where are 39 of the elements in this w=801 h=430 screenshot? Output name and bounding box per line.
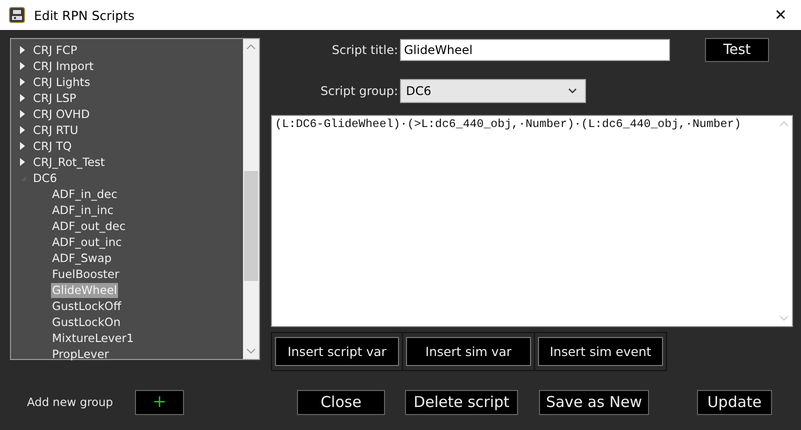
group-item[interactable]: CRJ FCP [32,42,78,58]
script-item[interactable]: ADF_Swap [51,250,113,266]
group-item[interactable]: CRJ Lights [32,74,92,90]
close-icon[interactable]: ✕ [770,6,791,24]
add-group-label: Add new group [27,395,114,409]
script-item[interactable]: GustLockOff [51,298,122,314]
dialog-button[interactable]: Update [697,390,772,414]
insert-button[interactable]: Insert sim var [406,337,531,366]
script-item[interactable]: GustLockOn [51,314,122,330]
add-group-button[interactable]: + [135,390,184,414]
script-item[interactable]: ADF_out_inc [51,234,123,250]
script-editor[interactable]: (L:DC6-GlideWheel)·(>L:dc6_440_obj,·Number)·(L:dc6_440_obj,·Number) [271,115,793,327]
title-input[interactable]: GlideWheel [400,39,670,61]
dialog-button[interactable]: Save as New [539,390,649,414]
window-title: Edit RPN Scripts [34,8,136,22]
dialog-button[interactable]: Delete script [405,390,518,414]
field-label: Script group: [319,84,398,98]
script-item[interactable]: PropLever [51,346,110,362]
group-item[interactable]: CRJ OVHD [32,106,91,122]
group-item[interactable]: CRJ_Rot_Test [32,154,106,170]
group-item[interactable]: CRJ TQ [32,138,73,154]
script-item[interactable]: ADF_in_inc [51,202,115,218]
app-icon [9,7,25,23]
group-dropdown[interactable]: DC6 [400,79,586,103]
group-item[interactable]: CRJ RTU [32,122,80,138]
script-item[interactable]: ADF_out_dec [51,218,127,234]
script-text: (L:DC6-GlideWheel)·(>L:dc6_440_obj,·Number)·(L:dc6_440_obj,·Number) [274,117,742,133]
dialog-button[interactable]: Close [297,390,385,414]
group-item[interactable]: CRJ LSP [32,90,78,106]
group-item[interactable]: DC6 [32,170,58,186]
script-item[interactable]: FuelBooster [51,266,120,282]
group-item[interactable]: CRJ Import [32,58,95,74]
caret-icon [568,88,577,94]
field-label: Script title: [330,43,398,57]
test-button[interactable]: Test [705,38,769,62]
insert-button[interactable]: Insert script var [275,337,399,366]
script-item[interactable]: MixtureLever1 [51,330,135,346]
insert-button[interactable]: Insert sim event [538,337,663,366]
script-item[interactable]: ADF_in_dec [51,186,118,202]
